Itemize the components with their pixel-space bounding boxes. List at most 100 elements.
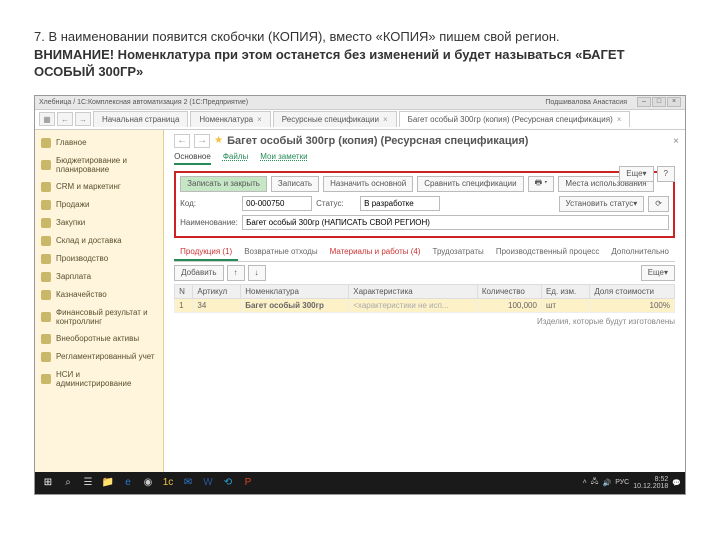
nav-fwd-icon[interactable]: → [75,112,91,126]
close-icon[interactable]: × [383,115,388,124]
section-icon [41,334,51,344]
save-close-button[interactable]: Записать и закрыть [180,176,267,192]
section-icon [41,290,51,300]
word-icon[interactable]: W [199,475,217,491]
sidebar-item-sales[interactable]: Продажи [35,196,163,214]
sidebar-item-purchases[interactable]: Закупки [35,214,163,232]
tray-lang[interactable]: РУС [615,479,629,486]
col-nom: Номенклатура [241,284,349,298]
table-more-button[interactable]: Еще ▾ [641,265,675,281]
sidebar-item-crm[interactable]: CRM и маркетинг [35,178,163,196]
teamviewer-icon[interactable]: ⟲ [219,475,237,491]
section-icon [41,138,51,148]
mail-icon[interactable]: ✉ [179,475,197,491]
subnav-main[interactable]: Основное [174,152,211,165]
section-icon [41,374,51,384]
more-button[interactable]: Еще ▾ [619,166,653,182]
set-status-button[interactable]: Установить статус ▾ [559,196,645,212]
edge-icon[interactable]: e [119,475,137,491]
status-extra-button[interactable]: ⟳ [648,196,669,212]
sidebar-item-main[interactable]: Главное [35,134,163,152]
taskview-icon[interactable]: ☰ [79,475,97,491]
form-subnav: Основное Файлы Мои заметки [174,152,675,165]
sidebar-item-warehouse[interactable]: Склад и доставка [35,232,163,250]
minimize-button[interactable]: – [637,97,651,107]
tab-bar: ▦ ← → Начальная страница Номенклатура× Р… [35,110,685,130]
tray-up-icon[interactable]: ˄ [583,479,587,486]
sidebar-item-admin[interactable]: НСИ и администрирование [35,366,163,392]
clock[interactable]: 8:52 10.12.2018 [633,476,668,490]
search-icon[interactable]: ⌕ [59,475,77,491]
sidebar-item-assets[interactable]: Внеоборотные активы [35,330,163,348]
close-icon[interactable]: × [257,115,262,124]
print-icon[interactable]: 🖶 ▾ [528,176,555,192]
section-icon [41,236,51,246]
up-icon[interactable]: ↑ [227,265,245,281]
tray-net-icon[interactable]: 🖧 [591,477,599,488]
col-art: Артикул [193,284,241,298]
content: × ← → ★ Багет особый 300гр (копия) (Ресу… [164,130,685,494]
instruction: 7. В наименовании появится скобочки (КОП… [34,28,686,81]
sidebar-item-budget[interactable]: Бюджетирование и планирование [35,152,163,178]
taskbar: ⊞ ⌕ ☰ 📁 e ◉ 1c ✉ W ⟲ P ˄ 🖧 🔊 РУС 8:52 10… [35,472,685,494]
section-icon [41,312,51,322]
section-icon [41,218,51,228]
tray-sound-icon[interactable]: 🔊 [602,479,611,487]
subnav-notes[interactable]: Мои заметки [260,152,307,165]
nav-back-icon[interactable]: ← [57,112,73,126]
sidebar-item-treasury[interactable]: Казначейство [35,286,163,304]
section-icon [41,160,51,170]
table-row[interactable]: 1 34 Багет особый 300гр <характеристики … [175,298,675,312]
highlighted-area: Записать и закрыть Записать Назначить ос… [174,171,675,238]
back-arrow-icon[interactable]: ← [174,134,190,148]
col-n: N [175,284,193,298]
dtab-extra[interactable]: Дополнительно [605,244,675,261]
start-icon[interactable]: ⊞ [39,475,57,491]
down-icon[interactable]: ↓ [248,265,266,281]
nav-menu-icon[interactable]: ▦ [39,112,55,126]
section-icon [41,254,51,264]
star-icon[interactable]: ★ [214,135,223,146]
section-icon [41,182,51,192]
section-icon [41,272,51,282]
notifications-icon[interactable]: 💬 [672,479,681,487]
chrome-icon[interactable]: ◉ [139,475,157,491]
window-controls: – □ × [637,97,681,107]
name-input[interactable] [242,215,669,230]
close-icon[interactable]: × [617,115,622,124]
powerpoint-icon[interactable]: P [239,475,257,491]
sidebar-item-production[interactable]: Производство [35,250,163,268]
explorer-icon[interactable]: 📁 [99,475,117,491]
titlebar: Хлебница / 1С:Комплексная автоматизация … [35,96,685,110]
tab-specs[interactable]: Ресурсные спецификации× [273,111,397,127]
tab-nomenclature[interactable]: Номенклатура× [190,111,270,127]
assign-main-button[interactable]: Назначить основной [323,176,413,192]
dtab-products[interactable]: Продукция (1) [174,244,238,261]
save-button[interactable]: Записать [271,176,319,192]
maximize-button[interactable]: □ [652,97,666,107]
help-button[interactable]: ? [657,166,675,182]
onec-icon[interactable]: 1c [159,475,177,491]
dtab-waste[interactable]: Возвратные отходы [238,244,323,261]
sidebar: Главное Бюджетирование и планирование CR… [35,130,164,494]
code-input[interactable] [242,196,312,211]
sidebar-item-salary[interactable]: Зарплата [35,268,163,286]
subnav-files[interactable]: Файлы [223,152,248,165]
dtab-labor[interactable]: Трудозатраты [427,244,490,261]
col-unit: Ед. изм. [541,284,589,298]
form-title: Багет особый 300гр (копия) (Ресурсная сп… [227,135,528,147]
add-button[interactable]: Добавить [174,265,223,281]
name-label: Наименование: [180,218,238,227]
tab-home[interactable]: Начальная страница [93,111,188,127]
form-close-icon[interactable]: × [673,136,679,147]
dtab-materials[interactable]: Материалы и работы (4) [324,244,427,261]
close-button[interactable]: × [667,97,681,107]
fwd-arrow-icon[interactable]: → [194,134,210,148]
status-input[interactable] [360,196,440,211]
compare-button[interactable]: Сравнить спецификации [417,176,523,192]
sidebar-item-reg[interactable]: Регламентированный учет [35,348,163,366]
tab-current[interactable]: Багет особый 300гр (копия) (Ресурсная сп… [399,111,631,127]
app-window: Хлебница / 1С:Комплексная автоматизация … [34,95,686,495]
sidebar-item-finance[interactable]: Финансовый результат и контроллинг [35,304,163,330]
dtab-process[interactable]: Производственный процесс [490,244,606,261]
